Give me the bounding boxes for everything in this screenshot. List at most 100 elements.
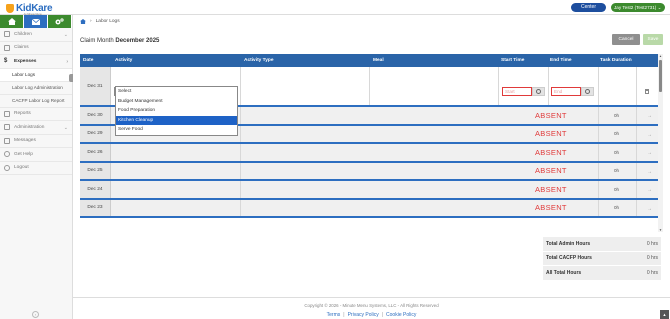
start-time-clock-button[interactable] (532, 87, 545, 96)
arrow-right-icon[interactable]: → (647, 150, 652, 156)
row-date: Dec 24 (80, 181, 111, 198)
column-header-activity-type: Activity Type (244, 58, 274, 63)
sidebar-item-get-help[interactable]: Get Help (0, 148, 72, 162)
column-divider (240, 125, 241, 142)
total-value: 0 hrs (646, 240, 658, 247)
arrow-right-icon[interactable]: → (647, 132, 652, 138)
chevron-down-icon: ⌄ (657, 5, 662, 10)
total-label: All Total Hours (546, 269, 582, 276)
claim-month-title: Claim Month December 2025 (80, 38, 159, 44)
sidebar-item-logout[interactable]: Logout (0, 162, 72, 175)
claim-month-label: Claim Month (80, 38, 114, 44)
total-value: 0 hrs (646, 255, 658, 262)
scroll-up-arrow-icon[interactable]: ▲ (658, 54, 663, 58)
sidebar-item-reports[interactable]: Reports (0, 108, 72, 121)
home-icon[interactable] (80, 19, 86, 24)
home-icon (7, 18, 16, 25)
sidebar-item-expenses[interactable]: $ Expenses › (0, 55, 72, 69)
sidebar-item-claims[interactable]: Claims (0, 42, 72, 55)
column-header-meal: Meal (373, 58, 384, 63)
sidebar-item-children[interactable]: Children ⌄ (0, 28, 72, 42)
privacy-policy-link[interactable]: Privacy Policy (348, 312, 379, 318)
sidebar-item-administration[interactable]: Administration ⌄ (0, 121, 72, 135)
breadcrumb-separator: › (90, 19, 92, 24)
table-header: Date Activity Activity Type Meal Start T… (80, 54, 658, 67)
column-divider (598, 107, 599, 124)
sidebar-item-messages[interactable]: Messages (0, 135, 72, 148)
labor-log-table: Date Activity Activity Type Meal Start T… (80, 54, 658, 218)
dropdown-option[interactable]: Food Preparation (116, 106, 237, 116)
messages-tab-button[interactable] (24, 15, 48, 28)
dollar-icon: $ (4, 58, 8, 65)
kidkare-logo[interactable]: KidKare by Minute Menu (6, 2, 53, 16)
arrow-right-icon[interactable]: → (647, 169, 652, 175)
row-date: Dec 26 (80, 144, 111, 161)
chevron-down-icon: ⌄ (63, 125, 68, 131)
column-divider (636, 144, 637, 161)
chevron-right-icon: › (66, 59, 68, 65)
cancel-button[interactable]: Cancel (612, 34, 640, 45)
column-divider (240, 67, 241, 105)
terms-link[interactable]: Terms (327, 312, 341, 318)
table-row: Dec 25 ABSENT 0h → (80, 162, 658, 181)
arrow-right-icon[interactable]: → (647, 113, 652, 119)
footer-links: Terms | Privacy Policy | Cookie Policy (73, 312, 670, 318)
scrollbar-thumb[interactable] (659, 60, 662, 92)
column-divider (636, 67, 637, 105)
table-scrollbar[interactable]: ▲ ▼ (658, 54, 663, 232)
children-icon (4, 31, 10, 38)
trash-icon[interactable] (645, 89, 649, 94)
sidebar-subitem-labor-logs[interactable]: Labor Logs (0, 68, 72, 82)
column-divider (636, 199, 637, 216)
dropdown-option-highlighted[interactable]: Kitchen Cleanup (116, 115, 237, 125)
end-time-input[interactable]: End (551, 87, 581, 96)
column-divider (240, 199, 241, 216)
power-icon (4, 164, 10, 171)
column-header-date: Date (83, 58, 94, 63)
task-duration: 0h (614, 186, 620, 192)
sidebar-item-label: Claims (14, 45, 29, 51)
arrow-right-icon[interactable]: → (647, 206, 652, 212)
column-divider (598, 199, 599, 216)
center-button[interactable]: Center (571, 3, 606, 12)
arrow-right-icon[interactable]: → (647, 187, 652, 193)
sidebar-icon-bar (0, 15, 72, 28)
breadcrumb: › Labor Logs (80, 19, 120, 24)
total-value: 0 hrs (646, 269, 658, 276)
copyright-text: Copyright © 2026 - Minute Menu Systems, … (304, 303, 439, 308)
sidebar-subitem-labor-log-administration[interactable]: Labor Log Administration (0, 82, 72, 95)
save-button[interactable]: Save (643, 34, 663, 45)
end-time-clock-button[interactable] (581, 87, 594, 96)
scroll-to-top-button[interactable]: ▲ (660, 310, 669, 319)
dropdown-option[interactable]: Budget Management (116, 97, 237, 107)
user-menu-button[interactable]: Jay Test2 (Test2731) ⌄ (611, 3, 665, 12)
activity-dropdown-list: Select Budget Management Food Preparatio… (115, 86, 238, 136)
dropdown-option[interactable]: Serve Food (116, 125, 237, 135)
task-duration: 0h (614, 131, 620, 137)
sidebar-item-label: Messages (14, 138, 36, 144)
total-label: Total Admin Hours (546, 240, 591, 247)
dropdown-option[interactable]: Select (116, 87, 237, 97)
cookie-policy-link[interactable]: Cookie Policy (386, 312, 416, 318)
column-divider (598, 144, 599, 161)
column-divider (598, 162, 599, 179)
column-divider (636, 107, 637, 124)
task-duration: 0h (614, 168, 620, 174)
row-date: Dec 30 (80, 107, 111, 124)
collapse-sidebar-button[interactable]: ‹ (32, 311, 39, 318)
scroll-down-arrow-icon[interactable]: ▼ (658, 228, 663, 232)
column-divider (636, 162, 637, 179)
start-time-input[interactable]: Start (502, 87, 532, 96)
task-duration: 0h (614, 205, 620, 211)
task-duration: 0h (614, 149, 620, 155)
sidebar-active-indicator (69, 74, 73, 82)
sidebar-item-label: Logout (14, 165, 29, 171)
settings-tab-button[interactable] (48, 15, 72, 28)
column-divider (548, 67, 549, 105)
sidebar-item-label: Children (14, 31, 32, 37)
row-date: Dec 23 (80, 199, 111, 216)
column-divider (240, 144, 241, 161)
sidebar-subitem-cacfp-labor-log-report[interactable]: CACFP Labor Log Report (0, 95, 72, 108)
absent-status: ABSENT (535, 184, 567, 194)
home-tab-button[interactable] (0, 15, 24, 28)
